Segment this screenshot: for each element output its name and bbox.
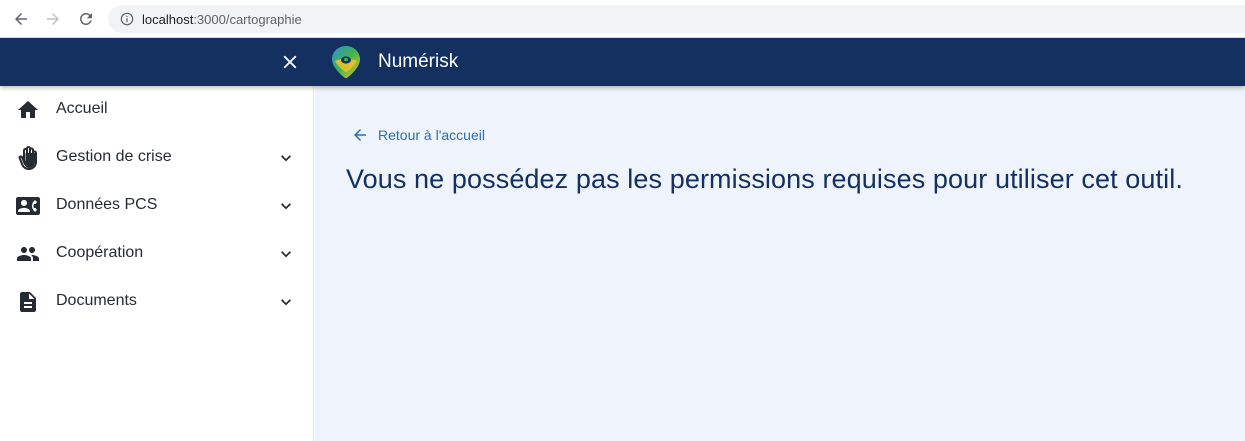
sidebar-item-cooperation[interactable]: Coopération [0, 230, 314, 278]
sidebar-item-accueil[interactable]: Accueil [0, 86, 314, 134]
chevron-down-icon[interactable] [276, 242, 296, 266]
address-bar[interactable]: localhost:3000/cartographie [108, 5, 1245, 33]
sidebar-item-gestion-de-crise[interactable]: Gestion de crise [0, 134, 314, 182]
app-header: Numérisk [0, 38, 1245, 86]
close-icon[interactable] [278, 50, 302, 74]
url-host: localhost [142, 11, 194, 27]
forward-arrow-icon[interactable] [42, 8, 64, 30]
sidebar-item-label: Coopération [56, 244, 144, 261]
contact-card-icon [16, 194, 40, 218]
app-title: Numérisk [378, 51, 459, 72]
chevron-down-icon[interactable] [276, 146, 296, 170]
main-content: Retour à l'accueil Vous ne possédez pas … [315, 86, 1245, 441]
back-arrow-icon[interactable] [10, 8, 32, 30]
document-icon [16, 290, 40, 314]
sidebar-item-documents[interactable]: Documents [0, 278, 314, 326]
permission-error-heading: Vous ne possédez pas les permissions req… [346, 164, 1183, 194]
browser-toolbar: localhost:3000/cartographie [0, 0, 1245, 38]
sidebar-item-label: Documents [56, 292, 137, 309]
chevron-down-icon[interactable] [276, 194, 296, 218]
hand-icon [16, 146, 40, 170]
sidebar-item-label: Accueil [56, 100, 108, 117]
sidebar: Accueil Gestion de crise Données PCS Coo… [0, 86, 314, 441]
url-path: :3000/cartographie [193, 11, 302, 27]
arrow-left-icon [351, 126, 369, 144]
info-icon[interactable] [120, 12, 134, 26]
sidebar-item-donnees-pcs[interactable]: Données PCS [0, 182, 314, 230]
back-to-home-link[interactable]: Retour à l'accueil [351, 126, 485, 144]
people-icon [16, 242, 40, 266]
numerisk-logo-icon [331, 45, 361, 79]
reload-icon[interactable] [75, 8, 97, 30]
sidebar-item-label: Données PCS [56, 196, 158, 213]
chevron-down-icon[interactable] [276, 290, 296, 314]
home-icon [16, 98, 40, 122]
back-link-label: Retour à l'accueil [378, 127, 485, 143]
sidebar-item-label: Gestion de crise [56, 148, 172, 165]
